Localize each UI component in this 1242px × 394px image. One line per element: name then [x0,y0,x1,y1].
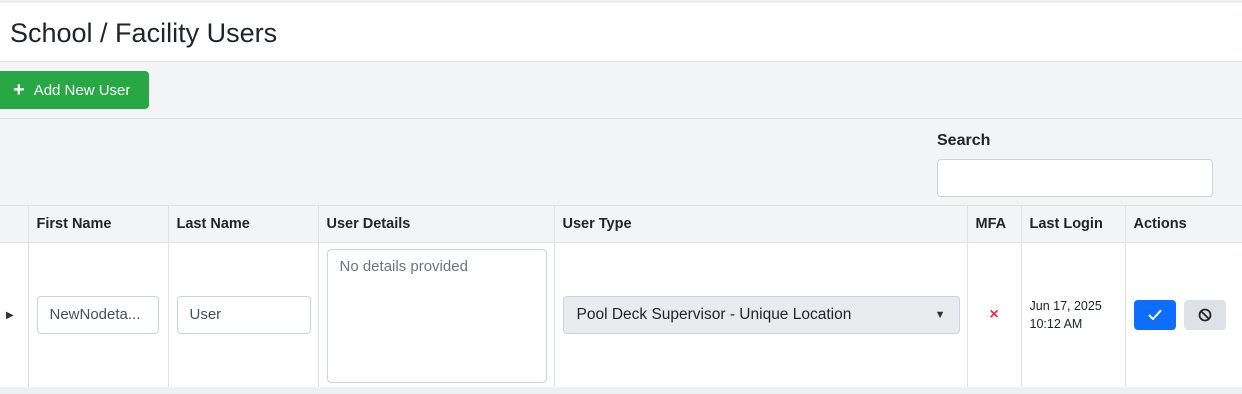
table-bottom-edge [0,387,1242,394]
check-icon [1148,309,1161,320]
user-type-cell: Pool Deck Supervisor - Unique Location ▼ [554,242,968,387]
column-header-last-login[interactable]: Last Login [1021,206,1126,243]
expander-header [0,206,29,243]
search-input[interactable] [937,159,1213,197]
last-login-value: Jun 17, 2025 10:12 AM [1030,297,1117,333]
user-details-textarea[interactable]: No details provided [326,249,547,383]
disable-button[interactable] [1183,300,1226,330]
column-header-user-details[interactable]: User Details [318,206,555,243]
add-new-user-label: Add New User [33,81,131,99]
page-title: School / Facility Users [10,18,278,48]
last-login-cell: Jun 17, 2025 10:12 AM [1021,242,1126,387]
last-login-time: 10:12 AM [1029,317,1083,331]
column-header-mfa[interactable]: MFA [967,206,1022,243]
ban-icon [1198,308,1211,322]
approve-button[interactable] [1133,300,1176,330]
mfa-disabled-icon: × [989,306,999,323]
column-header-actions: Actions [1125,206,1242,243]
column-header-last-name[interactable]: Last Name [168,206,319,243]
table-row: ▶ NewNodeta... User No details provided … [0,242,1242,387]
last-name-cell: User [168,242,319,387]
page-header: School / Facility Users [0,3,1242,62]
row-expander[interactable]: ▶ [0,242,29,387]
search-bar: Search [0,119,1242,206]
user-details-cell: No details provided [318,242,555,387]
caret-right-icon: ▶ [6,309,14,321]
plus-icon: + [13,79,25,101]
users-table: First Name Last Name User Details User T… [0,206,1242,387]
toolbar: + Add New User [0,62,1242,119]
column-header-user-type[interactable]: User Type [554,206,968,243]
first-name-cell: NewNodeta... [28,242,169,387]
mfa-cell: × [967,242,1022,387]
first-name-input[interactable]: NewNodeta... [36,296,159,334]
actions-cell [1125,242,1242,387]
user-type-value: Pool Deck Supervisor - Unique Location [576,306,852,323]
last-name-input[interactable]: User [176,296,311,334]
last-login-date: Jun 17, 2025 [1029,299,1102,313]
table-header-row: First Name Last Name User Details User T… [0,206,1242,243]
column-header-first-name[interactable]: First Name [28,206,169,243]
add-new-user-button[interactable]: + Add New User [0,71,149,109]
user-type-select[interactable]: Pool Deck Supervisor - Unique Location ▼ [562,296,960,334]
search-label: Search [937,132,991,149]
dropdown-caret-icon: ▼ [934,309,946,321]
